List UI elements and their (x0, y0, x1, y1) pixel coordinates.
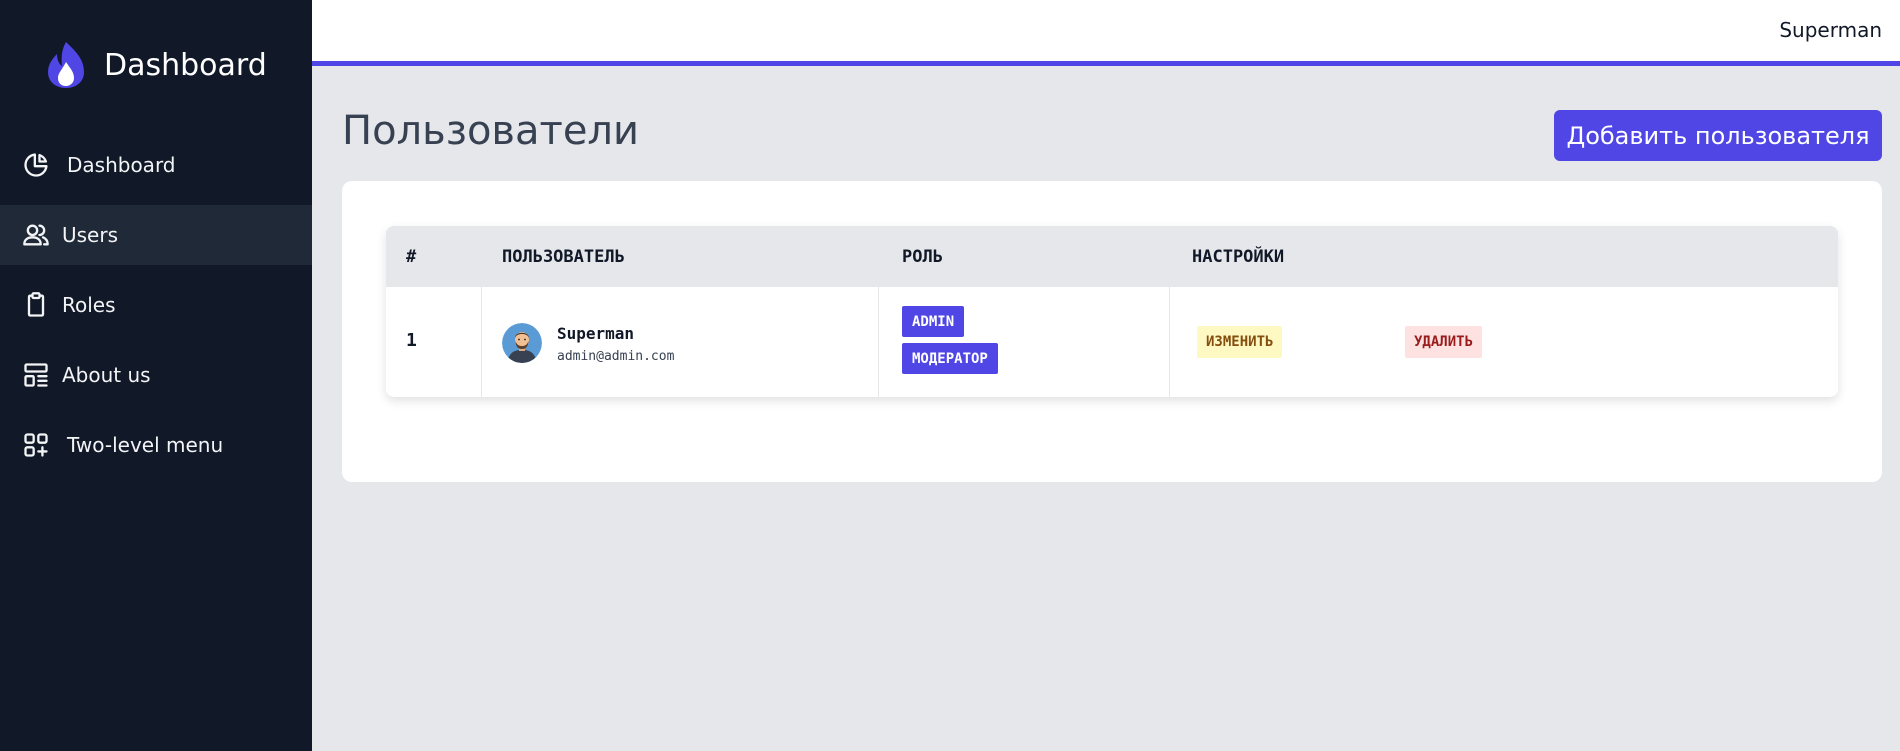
sidebar-item-label: Roles (62, 293, 116, 317)
sidebar-item-about[interactable]: About us (0, 345, 312, 405)
brand[interactable]: Dashboard (44, 40, 267, 90)
user-name: Superman (557, 324, 635, 343)
column-header-settings: НАСТРОЙКИ (1192, 247, 1285, 267)
sidebar-item-label: Dashboard (67, 153, 176, 177)
user-email: admin@admin.com (557, 349, 675, 364)
avatar (502, 323, 542, 363)
column-divider (1169, 287, 1170, 397)
sidebar-item-users[interactable]: Users (0, 205, 312, 265)
row-number: 1 (406, 330, 417, 351)
sidebar-item-label: Two-level menu (67, 433, 224, 457)
column-divider (878, 287, 879, 397)
column-divider (481, 287, 482, 397)
table-row: 1 Superman admin@admin.com ADMIN МОДЕРАТ… (386, 287, 1838, 397)
edit-button[interactable]: ИЗМЕНИТЬ (1197, 326, 1283, 358)
top-bar: Superman (312, 0, 1900, 66)
column-header-user: ПОЛЬЗОВАТЕЛЬ (502, 247, 625, 267)
sidebar-item-dashboard[interactable]: Dashboard (0, 135, 312, 195)
sidebar-item-label: About us (62, 363, 151, 387)
sidebar: Dashboard Dashboard Users Roles About us… (0, 0, 312, 751)
sidebar-nav: Dashboard Users Roles About us Two-level… (0, 135, 312, 485)
flame-icon (48, 42, 84, 88)
grid-plus-icon (24, 433, 48, 457)
users-table: # ПОЛЬЗОВАТЕЛЬ РОЛЬ НАСТРОЙКИ 1 Superman… (386, 226, 1838, 397)
table-header: # ПОЛЬЗОВАТЕЛЬ РОЛЬ НАСТРОЙКИ (386, 226, 1838, 287)
sidebar-item-roles[interactable]: Roles (0, 275, 312, 335)
users-card: # ПОЛЬЗОВАТЕЛЬ РОЛЬ НАСТРОЙКИ 1 Superman… (342, 181, 1882, 482)
brand-title: Dashboard (104, 47, 267, 83)
users-icon (23, 224, 49, 246)
user-menu[interactable]: Superman (1779, 18, 1882, 42)
clipboard-icon (27, 292, 45, 317)
pie-chart-icon (24, 153, 48, 177)
sidebar-item-two-level-menu[interactable]: Two-level menu (0, 415, 312, 475)
layout-icon (24, 363, 48, 387)
column-header-number: # (406, 247, 417, 267)
role-badge-moderator: МОДЕРАТОР (902, 343, 998, 374)
column-header-role: РОЛЬ (902, 247, 943, 267)
delete-button[interactable]: УДАЛИТЬ (1405, 326, 1483, 358)
add-user-button[interactable]: Добавить пользователя (1554, 110, 1882, 161)
page-title: Пользователи (342, 108, 639, 154)
sidebar-item-label: Users (62, 223, 119, 247)
role-badge-admin: ADMIN (902, 306, 965, 337)
